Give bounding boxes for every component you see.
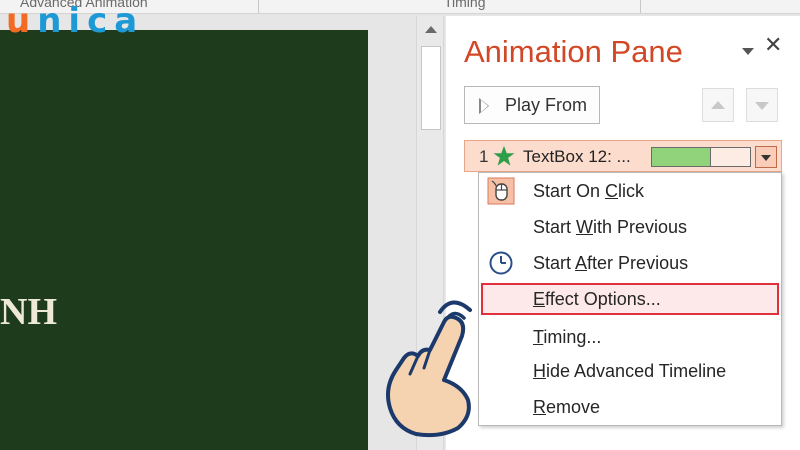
scroll-thumb[interactable] bbox=[421, 46, 441, 130]
play-from-button[interactable]: Play From bbox=[464, 86, 600, 124]
green-star-icon bbox=[493, 145, 515, 166]
logo-letter-u: u bbox=[6, 1, 38, 41]
move-down-arrow-icon[interactable] bbox=[746, 88, 778, 122]
menu-item-start-after-previous[interactable]: Start After Previous bbox=[481, 247, 779, 279]
menu-item-label: Start After Previous bbox=[533, 253, 689, 273]
menu-item-start-with-previous[interactable]: Start With Previous bbox=[481, 211, 779, 243]
move-up-arrow-icon[interactable] bbox=[702, 88, 734, 122]
menu-item-label: Hide Advanced Timeline bbox=[533, 361, 727, 381]
pointing-hand-icon bbox=[386, 300, 472, 438]
unica-logo: unica bbox=[6, 4, 144, 38]
menu-item-remove[interactable]: Remove bbox=[481, 391, 779, 423]
close-icon[interactable]: ✕ bbox=[764, 34, 782, 56]
item-dropdown-chevron-down-icon[interactable] bbox=[755, 146, 777, 168]
menu-item-label: Effect Options... bbox=[533, 289, 661, 309]
pane-options-chevron-down-icon[interactable] bbox=[742, 48, 754, 55]
animation-order-number: 1 bbox=[479, 147, 489, 166]
animation-target-name: TextBox 12: ... bbox=[523, 147, 631, 166]
timeline-fill bbox=[652, 148, 711, 166]
pane-title: Animation Pane bbox=[464, 34, 683, 69]
menu-item-start-on-click[interactable]: Start On Click bbox=[481, 175, 779, 207]
ribbon-group-timing: Timing bbox=[444, 0, 486, 10]
animation-list-item[interactable]: 1 TextBox 12: ... bbox=[464, 140, 782, 172]
slide-canvas[interactable]: NH bbox=[0, 30, 368, 450]
mouse-click-icon bbox=[487, 177, 515, 205]
logo-letters: nica bbox=[37, 1, 145, 41]
play-from-label: Play From bbox=[505, 95, 588, 115]
animation-context-menu: Start On Click Start With Previous Start… bbox=[478, 172, 782, 426]
clock-icon bbox=[489, 251, 513, 275]
slide-text: NH bbox=[0, 291, 57, 333]
ribbon-separator bbox=[640, 0, 641, 13]
timeline-bar[interactable] bbox=[651, 147, 751, 167]
menu-item-hide-advanced-timeline[interactable]: Hide Advanced Timeline bbox=[481, 355, 779, 387]
menu-item-label: Start With Previous bbox=[533, 217, 688, 237]
menu-item-label: Start On Click bbox=[533, 181, 645, 201]
play-icon bbox=[479, 98, 489, 114]
menu-item-label: Timing... bbox=[533, 327, 602, 347]
menu-item-timing[interactable]: Timing... bbox=[481, 321, 779, 353]
menu-item-effect-options[interactable]: Effect Options... bbox=[481, 283, 779, 315]
scroll-up-arrow-icon[interactable] bbox=[421, 22, 441, 40]
menu-item-label: Remove bbox=[533, 397, 601, 417]
ribbon-separator bbox=[258, 0, 259, 13]
